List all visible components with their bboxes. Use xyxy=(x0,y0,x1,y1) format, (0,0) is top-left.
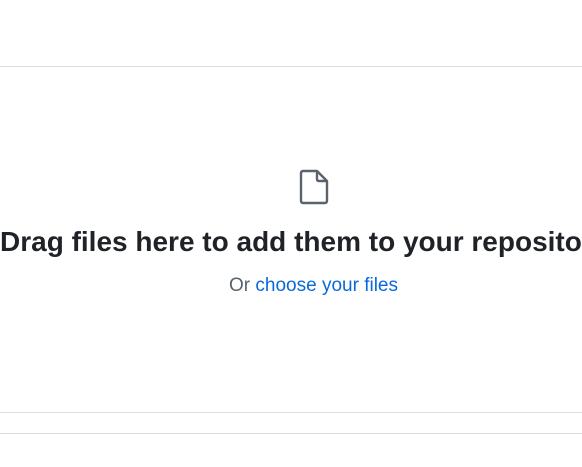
or-text: Or xyxy=(229,275,251,296)
file-icon xyxy=(299,169,329,205)
choose-files-link[interactable]: choose your files xyxy=(255,275,398,296)
dropzone-title: Drag files here to add them to your repo… xyxy=(0,226,582,257)
divider-bottom xyxy=(0,433,582,434)
divider-middle xyxy=(0,412,582,413)
choose-files-line: Or choose your files xyxy=(0,274,582,298)
upload-page: Drag files here to add them to your repo… xyxy=(0,0,582,467)
